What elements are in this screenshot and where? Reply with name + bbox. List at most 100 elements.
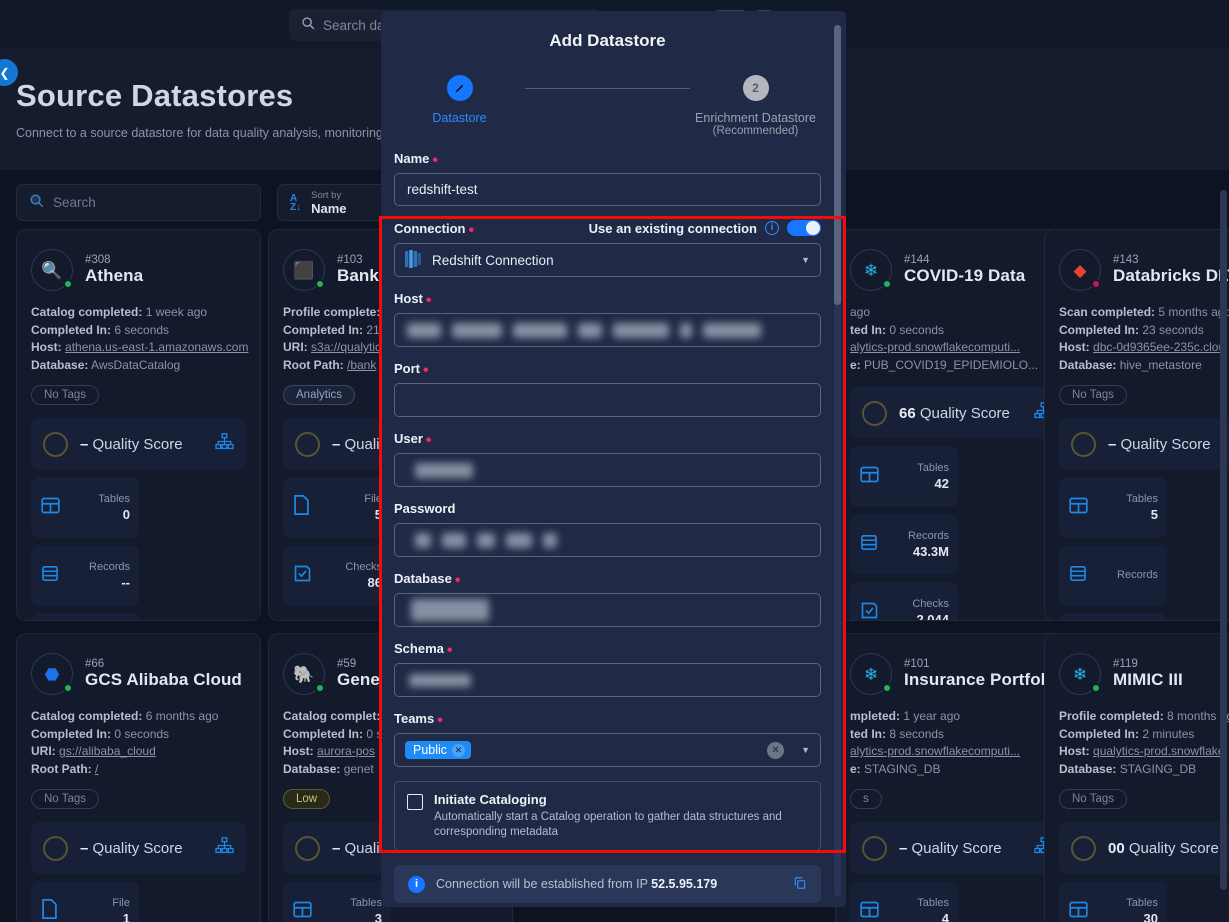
- status-badge: [63, 683, 73, 693]
- datastore-card[interactable]: ◆ #143 Databricks DLT Scan completed: 5 mon…: [1044, 229, 1229, 621]
- card-meta-value[interactable]: qualytics-prod.snowflake: [1093, 744, 1224, 758]
- hadoop-icon: ⬛: [293, 260, 315, 280]
- card-stat[interactable]: Checks 86: [283, 545, 391, 606]
- clear-all-icon[interactable]: ✕: [767, 741, 785, 759]
- required-marker: •: [432, 152, 439, 169]
- card-stat-value: 5: [1150, 507, 1158, 522]
- datastore-card[interactable]: 🔍 #308 Athena Catalog completed: 1 week ago…: [16, 229, 261, 621]
- step-datastore-label: Datastore: [432, 111, 487, 125]
- card-stat[interactable]: Tables 5: [1059, 477, 1167, 538]
- lineage-tree-icon[interactable]: [215, 837, 234, 859]
- close-icon[interactable]: ✕: [452, 743, 466, 757]
- card-tag[interactable]: No Tags: [1059, 385, 1127, 405]
- card-meta-value: ago: [850, 305, 871, 319]
- card-meta-value[interactable]: alytics-prod.snowflakecomputi...: [850, 744, 1020, 758]
- page-scrollbar[interactable]: [1220, 190, 1227, 890]
- database-input[interactable]: [394, 593, 821, 627]
- card-stat[interactable]: File 5: [283, 477, 391, 538]
- card-tag[interactable]: No Tags: [31, 789, 99, 809]
- card-quality-score[interactable]: – Quality Score: [31, 822, 246, 874]
- card-stat[interactable]: Records --: [31, 545, 139, 606]
- card-stat[interactable]: Tables 3: [283, 881, 391, 922]
- card-quality-score[interactable]: 00 Quality Score: [1059, 822, 1229, 874]
- card-meta-key: URI:: [283, 340, 308, 354]
- card-stat[interactable]: Checks98: [1059, 613, 1167, 620]
- card-meta-value[interactable]: athena.us-east-1.amazonaws.com: [65, 340, 248, 354]
- password-input[interactable]: [394, 523, 821, 557]
- required-marker: •: [468, 221, 475, 239]
- card-meta-value: 0 s: [366, 726, 383, 741]
- initiate-cataloging-option[interactable]: Initiate Cataloging Automatically start …: [394, 781, 821, 851]
- card-meta-key: Root Path:: [31, 761, 92, 776]
- datastore-card[interactable]: ⬣ #66 GCS Alibaba Cloud Catalog completed: …: [16, 633, 261, 922]
- port-input[interactable]: [394, 383, 821, 417]
- chevron-down-icon[interactable]: ▼: [801, 745, 810, 755]
- team-chip[interactable]: Public ✕: [405, 741, 472, 759]
- card-stat[interactable]: Tables 4: [850, 881, 958, 922]
- card-tag[interactable]: Low: [283, 789, 331, 809]
- user-input[interactable]: [394, 453, 821, 487]
- card-stat[interactable]: Checks 2,044: [850, 582, 958, 620]
- card-meta-key: Scan completed:: [1059, 305, 1156, 319]
- card-meta: mpleted: 1 year ago ted In: 8 seconds aly…: [850, 708, 1065, 778]
- quality-score-label: Quality Score: [92, 435, 183, 453]
- card-tag[interactable]: s: [850, 789, 882, 809]
- postgres-icon: 🐘: [293, 664, 315, 684]
- card-tag[interactable]: Analytics: [283, 385, 356, 405]
- name-input[interactable]: redshift-test: [394, 173, 821, 206]
- tables-icon: [292, 899, 314, 922]
- card-stat[interactable]: Tables 42: [850, 446, 958, 507]
- card-quality-score[interactable]: 66 Quality Score: [850, 387, 1065, 439]
- card-tag[interactable]: No Tags: [1059, 789, 1127, 809]
- info-icon[interactable]: i: [765, 221, 779, 235]
- step-enrichment[interactable]: 2 Enrichment Datastore (Recommended): [690, 75, 821, 137]
- host-input[interactable]: [394, 313, 821, 347]
- card-tag[interactable]: No Tags: [31, 385, 99, 405]
- card-meta-value[interactable]: /: [95, 762, 98, 776]
- card-stat-value: 3: [374, 911, 382, 922]
- card-meta-value[interactable]: alytics-prod.snowflakecomputi...: [850, 340, 1020, 354]
- datastore-card[interactable]: ❄ #119 MIMIC III Profile completed: 8 month…: [1044, 633, 1229, 922]
- initiate-cataloging-checkbox[interactable]: [407, 794, 423, 810]
- step-datastore[interactable]: Datastore: [394, 75, 525, 125]
- card-quality-score[interactable]: – Quality Score: [1059, 418, 1229, 470]
- card-meta-value[interactable]: aurora-pos: [317, 744, 375, 758]
- card-meta: ago ted In: 0 seconds alytics-prod.snowfl…: [850, 304, 1065, 374]
- card-stat[interactable]: Tables 0: [31, 477, 139, 538]
- card-stat[interactable]: File 1: [31, 881, 139, 922]
- card-meta-value[interactable]: gs://alibaba_cloud: [59, 744, 156, 758]
- quality-ring-icon: [1071, 835, 1096, 861]
- card-stat[interactable]: Records: [1059, 545, 1167, 606]
- card-meta-key: ted In:: [850, 322, 886, 337]
- card-meta-value: STAGING_DB: [1119, 761, 1197, 776]
- quality-score-label: Quali: [344, 435, 380, 453]
- card-meta-value: 0 seconds: [114, 726, 170, 741]
- card-meta-value[interactable]: s3a://qualytic: [311, 340, 381, 354]
- schema-input[interactable]: [394, 663, 821, 697]
- lineage-tree-icon[interactable]: [215, 433, 234, 455]
- card-meta-value[interactable]: dbc-0d9365ee-235c.clou: [1093, 340, 1225, 354]
- card-meta-value: 5 months ago: [1158, 305, 1229, 319]
- card-quality-score[interactable]: – Quality Score: [31, 418, 246, 470]
- card-stat[interactable]: Records 43.3M: [850, 514, 958, 575]
- card-meta-key: Completed In:: [31, 322, 111, 337]
- teams-select[interactable]: Public ✕ ✕ ▼: [394, 733, 821, 767]
- search-input[interactable]: Search: [16, 184, 261, 221]
- card-stat[interactable]: Tables 30: [1059, 881, 1167, 922]
- card-id: #308: [85, 254, 111, 266]
- snowflake-icon: ❄: [863, 260, 879, 280]
- teams-label: Teams •: [394, 711, 443, 729]
- card-stat[interactable]: Checks--: [31, 613, 139, 620]
- page-title: Source Datastores: [16, 78, 294, 113]
- card-meta-value: STAGING_DB: [864, 761, 941, 776]
- card-stat-label: Records: [89, 561, 130, 573]
- card-quality-score[interactable]: – Quality Score: [850, 822, 1065, 874]
- connection-select[interactable]: Redshift Connection ▼: [394, 243, 821, 277]
- use-existing-connection-toggle[interactable]: [787, 220, 821, 236]
- card-meta-value[interactable]: /bank: [347, 358, 376, 372]
- card-meta-value: 23 seconds: [1142, 322, 1204, 337]
- required-marker: •: [446, 642, 453, 659]
- copy-icon[interactable]: [793, 876, 807, 893]
- field-port: Port •: [394, 361, 821, 417]
- tables-icon: [40, 495, 62, 521]
